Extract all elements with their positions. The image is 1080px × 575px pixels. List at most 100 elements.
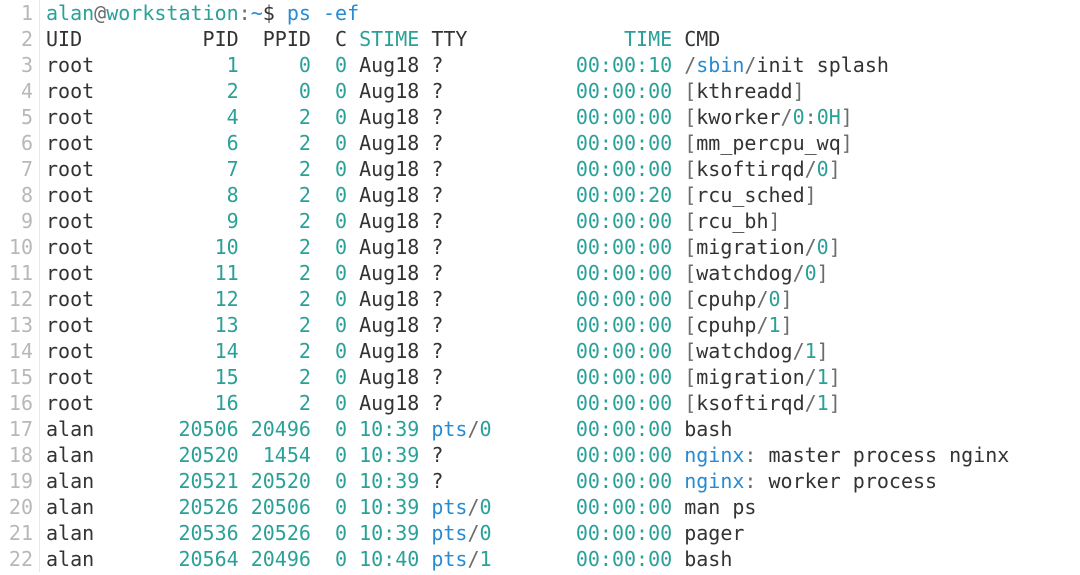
cell-ppid: 2	[239, 131, 311, 155]
cell-ppid: 2	[239, 313, 311, 337]
cell-stime: Aug18	[359, 339, 431, 363]
cell-c: 0	[311, 547, 359, 571]
cell-cmd: pager	[684, 521, 744, 545]
cell-uid: root	[46, 209, 142, 233]
cell-stime: 10:39	[359, 495, 431, 519]
cell-pid: 20536	[142, 521, 238, 545]
cell-uid: root	[46, 79, 142, 103]
line-number: 14	[0, 338, 33, 364]
line-number: 4	[0, 78, 33, 104]
cell-c: 0	[311, 131, 359, 155]
cell-cmd: [ksoftirqd/0]	[684, 157, 841, 181]
cell-cmd: [ksoftirqd/1]	[684, 391, 841, 415]
cell-tty: ?	[431, 469, 539, 493]
cell-cmd: man ps	[684, 495, 756, 519]
ps-header: UID PID PPID C STIME TTY TIME CMD	[46, 26, 1080, 52]
ps-row: root 10 2 0 Aug18 ? 00:00:00 [migration/…	[46, 234, 1080, 260]
line-number: 13	[0, 312, 33, 338]
cell-cmd: [watchdog/1]	[684, 339, 829, 363]
cell-pid: 10	[142, 235, 238, 259]
ps-row: root 7 2 0 Aug18 ? 00:00:00 [ksoftirqd/0…	[46, 156, 1080, 182]
cell-tty: ?	[431, 131, 539, 155]
cell-cmd: [kthreadd]	[684, 79, 804, 103]
cell-c: 0	[311, 339, 359, 363]
cell-c: 0	[311, 313, 359, 337]
ps-row: root 6 2 0 Aug18 ? 00:00:00 [mm_percpu_w…	[46, 130, 1080, 156]
cell-c: 0	[311, 105, 359, 129]
ps-row: root 1 0 0 Aug18 ? 00:00:10 /sbin/init s…	[46, 52, 1080, 78]
hdr-time: TIME	[540, 27, 685, 51]
cell-pid: 20521	[142, 469, 238, 493]
cell-ppid: 2	[239, 183, 311, 207]
cell-cmd: [migration/1]	[684, 365, 841, 389]
cell-cmd: [cpuhp/1]	[684, 313, 792, 337]
line-number: 10	[0, 234, 33, 260]
cell-tty: ?	[431, 235, 539, 259]
cell-ppid: 2	[239, 339, 311, 363]
cell-cmd: nginx: worker process	[684, 469, 937, 493]
cell-tty: ?	[431, 365, 539, 389]
cell-stime: Aug18	[359, 79, 431, 103]
line-number: 3	[0, 52, 33, 78]
cell-ppid: 20526	[239, 521, 311, 545]
cell-ppid: 1454	[239, 443, 311, 467]
cell-time: 00:00:00	[540, 521, 685, 545]
cell-cmd: [mm_percpu_wq]	[684, 131, 853, 155]
cell-tty: ?	[431, 183, 539, 207]
cell-time: 00:00:00	[540, 365, 685, 389]
ps-row: root 8 2 0 Aug18 ? 00:00:20 [rcu_sched]	[46, 182, 1080, 208]
cell-ppid: 20506	[239, 495, 311, 519]
cell-stime: Aug18	[359, 53, 431, 77]
hdr-ppid: PPID	[239, 27, 311, 51]
cell-stime: Aug18	[359, 261, 431, 285]
cell-c: 0	[311, 79, 359, 103]
cell-time: 00:00:00	[540, 287, 685, 311]
cell-time: 00:00:00	[540, 339, 685, 363]
prompt-at: @	[94, 1, 106, 25]
prompt-colon: :	[239, 1, 251, 25]
cell-time: 00:00:00	[540, 417, 685, 441]
cell-tty: ?	[431, 339, 539, 363]
cell-stime: Aug18	[359, 105, 431, 129]
command-name: ps	[287, 1, 323, 25]
cell-ppid: 2	[239, 105, 311, 129]
cell-ppid: 20520	[239, 469, 311, 493]
cell-ppid: 20496	[239, 417, 311, 441]
cell-stime: Aug18	[359, 287, 431, 311]
ps-row: alan 20526 20506 0 10:39 pts/0 00:00:00 …	[46, 494, 1080, 520]
line-number: 6	[0, 130, 33, 156]
cell-pid: 20506	[142, 417, 238, 441]
cell-pid: 16	[142, 391, 238, 415]
ps-row: root 16 2 0 Aug18 ? 00:00:00 [ksoftirqd/…	[46, 390, 1080, 416]
cell-uid: alan	[46, 443, 142, 467]
cell-pid: 20520	[142, 443, 238, 467]
cell-uid: root	[46, 261, 142, 285]
cell-c: 0	[311, 209, 359, 233]
line-number: 17	[0, 416, 33, 442]
cell-ppid: 2	[239, 157, 311, 181]
cell-ppid: 2	[239, 261, 311, 285]
cell-ppid: 0	[239, 53, 311, 77]
cell-pid: 14	[142, 339, 238, 363]
prompt-dollar: $	[263, 1, 287, 25]
ps-row: alan 20564 20496 0 10:40 pts/1 00:00:00 …	[46, 546, 1080, 572]
hdr-c: C	[311, 27, 359, 51]
cell-pid: 13	[142, 313, 238, 337]
prompt-path: ~	[251, 1, 263, 25]
cell-stime: 10:40	[359, 547, 431, 571]
line-number: 22	[0, 546, 33, 572]
ps-row: root 13 2 0 Aug18 ? 00:00:00 [cpuhp/1]	[46, 312, 1080, 338]
cell-ppid: 2	[239, 209, 311, 233]
cell-time: 00:00:00	[540, 105, 685, 129]
cell-cmd: [rcu_sched]	[684, 183, 816, 207]
cell-time: 00:00:00	[540, 157, 685, 181]
cell-time: 00:00:00	[540, 313, 685, 337]
cell-ppid: 2	[239, 287, 311, 311]
cell-c: 0	[311, 391, 359, 415]
cell-tty: ?	[431, 261, 539, 285]
cell-time: 00:00:00	[540, 443, 685, 467]
cell-stime: Aug18	[359, 131, 431, 155]
cell-time: 00:00:00	[540, 547, 685, 571]
hdr-tty: TTY	[431, 27, 539, 51]
cell-pid: 9	[142, 209, 238, 233]
